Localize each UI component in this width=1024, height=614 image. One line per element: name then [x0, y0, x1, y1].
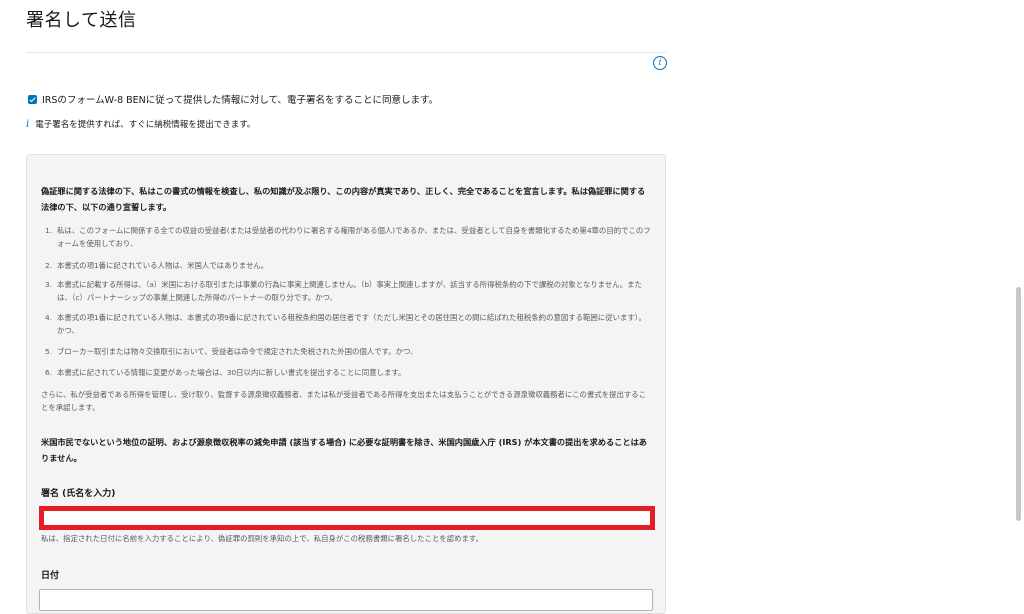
item-number: 4.: [45, 313, 53, 322]
declaration-item: 6. 本書式に記されている情報に変更があった場合は、30日以内に新しい書式を提出…: [45, 366, 651, 379]
item-number: 1.: [45, 226, 53, 235]
item-text: 私は、このフォームに関係する全ての収益の受益者(または受益者の代わりに署名する権…: [57, 226, 651, 248]
signature-input[interactable]: [39, 506, 655, 530]
item-text: 本書式に記載する所得は、（a）米国における取引または事業の行為に事実上関連しませ…: [57, 280, 642, 302]
header-divider: [26, 52, 667, 53]
info-note: i 電子署名を提供すれば、すぐに納税情報を提出できます。: [26, 118, 256, 131]
declaration-item: 5. ブローカー取引または物々交換取引において、受益者は命令で規定された免税され…: [45, 345, 651, 358]
item-text: 本書式に記されている情報に変更があった場合は、30日以内に新しい書式を提出するこ…: [57, 368, 406, 377]
item-text: 本書式の項1番に記されている人物は、本書式の項9番に記されている租税条約国の居住…: [57, 313, 646, 335]
consent-label: IRSのフォームW-8 BENに従って提供した情報に対して、電子署名をすることに…: [42, 95, 439, 106]
signature-label: 署名 (氏名を入力): [41, 489, 116, 499]
authorization-text: さらに、私が受益者である所得を管理し、受け取り、監督する源泉徴収義務者、または私…: [41, 390, 647, 412]
info-italic-icon: i: [26, 118, 30, 130]
declaration-panel: 偽証罪に関する法律の下、私はこの書式の情報を検査し、私の知識が及ぶ限り、この内容…: [26, 154, 666, 614]
consent-row[interactable]: IRSのフォームW-8 BENに従って提供した情報に対して、電子署名をすることに…: [28, 92, 438, 106]
item-text: 本書式の項1番に記されている人物は、米国人ではありません。: [57, 261, 269, 270]
signature-hint: 私は、指定された日付に名前を入力することにより、偽証罪の罰則を承知の上で、私自身…: [41, 534, 483, 543]
page-title: 署名して送信: [26, 10, 137, 31]
item-number: 2.: [45, 261, 53, 270]
scrollbar[interactable]: [1016, 287, 1021, 521]
item-number: 5.: [45, 347, 53, 356]
declaration-item: 1. 私は、このフォームに関係する全ての収益の受益者(または受益者の代わりに署名…: [45, 224, 651, 250]
consent-checkbox[interactable]: [28, 94, 37, 104]
item-number: 3.: [45, 280, 53, 289]
info-icon[interactable]: i: [653, 56, 667, 70]
irs-statement: 米国市民でないという地位の証明、および源泉徴収税率の減免申請 (該当する場合) …: [41, 437, 647, 463]
declaration-item: 2. 本書式の項1番に記されている人物は、米国人ではありません。: [45, 259, 651, 272]
date-input[interactable]: [39, 589, 653, 611]
declaration-intro: 偽証罪に関する法律の下、私はこの書式の情報を検査し、私の知識が及ぶ限り、この内容…: [41, 186, 646, 212]
declaration-item: 4. 本書式の項1番に記されている人物は、本書式の項9番に記されている租税条約国…: [45, 311, 651, 337]
declaration-item: 3. 本書式に記載する所得は、（a）米国における取引または事業の行為に事実上関連…: [45, 278, 651, 304]
info-note-text: 電子署名を提供すれば、すぐに納税情報を提出できます。: [35, 120, 256, 130]
item-text: ブローカー取引または物々交換取引において、受益者は命令で規定された免税された外国…: [57, 347, 418, 356]
item-number: 6.: [45, 368, 53, 377]
date-label: 日付: [41, 571, 60, 581]
